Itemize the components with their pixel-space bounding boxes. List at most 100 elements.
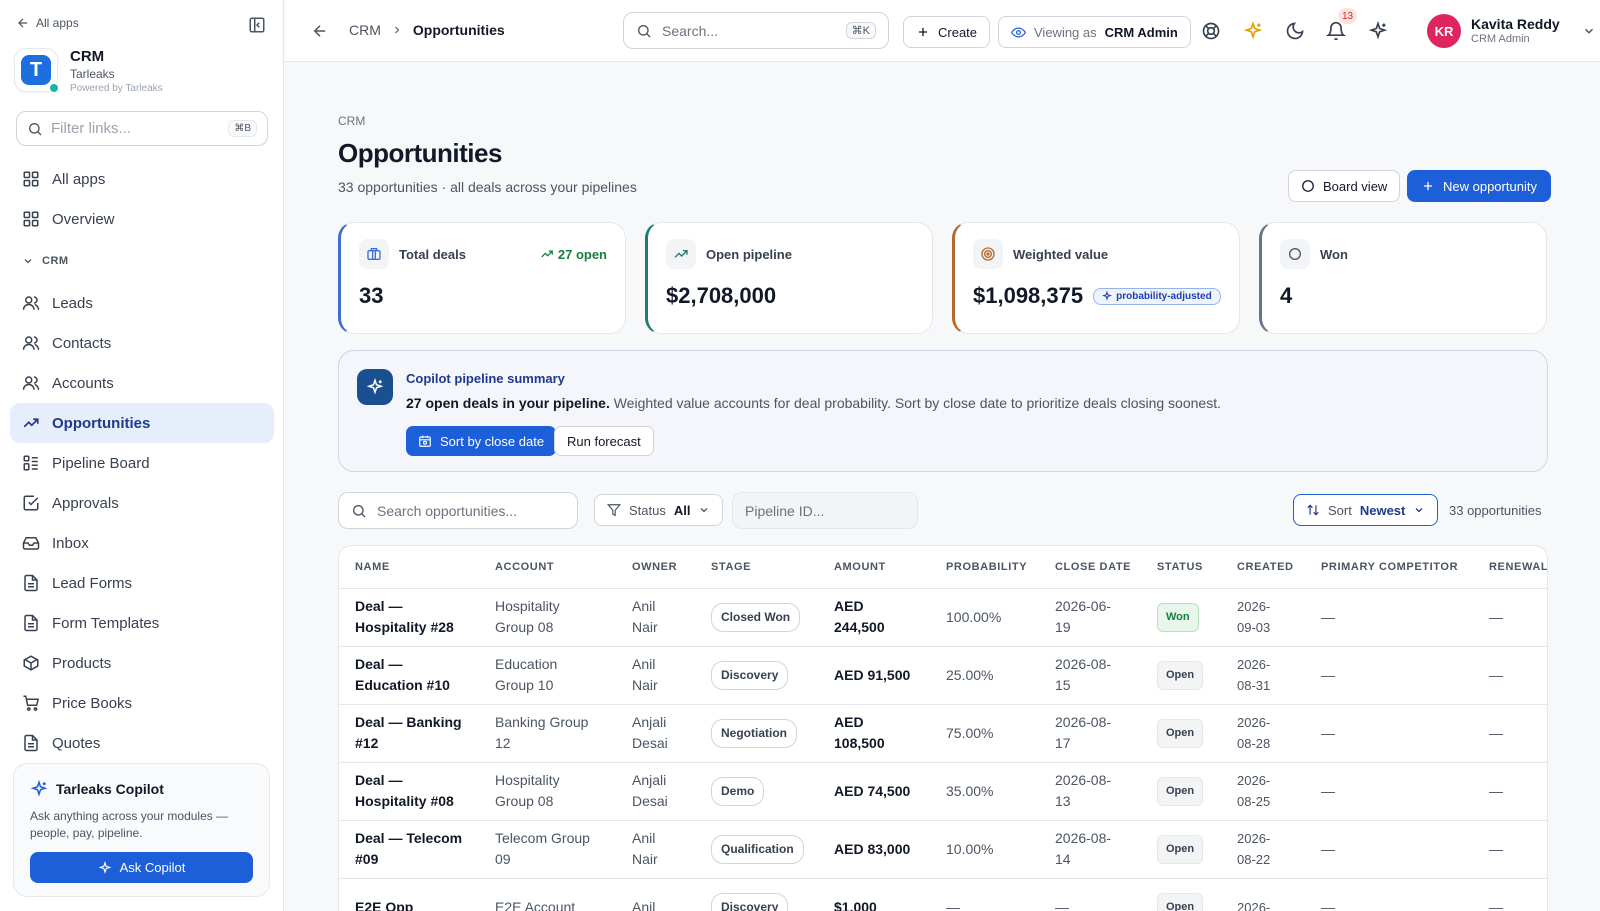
copilot-description: Ask anything across your modules — peopl… xyxy=(30,809,229,840)
user-menu[interactable]: KR Kavita Reddy CRM Admin xyxy=(1427,14,1596,48)
pipeline-id-input[interactable]: Pipeline ID... xyxy=(732,492,918,529)
kpi-value: $2,708,000 xyxy=(666,283,777,308)
cell-name[interactable]: Deal — Telecom #09 xyxy=(339,820,479,879)
column-header-amount[interactable]: AMOUNT xyxy=(818,546,930,589)
ai-features-button[interactable] xyxy=(1243,21,1263,41)
viewing-as-button[interactable]: Viewing as CRM Admin xyxy=(998,16,1191,48)
kpi-label: Won xyxy=(1320,246,1348,262)
sidebar-item-accounts[interactable]: Accounts xyxy=(10,363,274,403)
ask-copilot-button[interactable]: Ask Copilot xyxy=(30,852,253,883)
sort-value: Newest xyxy=(1359,502,1406,518)
cell-name[interactable]: E2E Opp xyxy=(339,878,479,911)
cell-stage: Negotiation xyxy=(695,704,818,763)
column-header-stage[interactable]: STAGE xyxy=(695,546,818,589)
help-button[interactable] xyxy=(1201,21,1221,41)
grid-icon xyxy=(23,171,39,187)
cell-status: Won xyxy=(1141,588,1221,647)
table-row[interactable]: Deal — Telecom #09 Telecom Group 09 Anil… xyxy=(339,820,1547,879)
file-icon xyxy=(24,574,38,592)
cell-renewal: — xyxy=(1473,704,1547,763)
board-view-button[interactable]: Board view xyxy=(1288,170,1401,202)
back-button[interactable] xyxy=(311,22,329,40)
table-row[interactable]: Deal — Education #10 Education Group 10 … xyxy=(339,646,1547,705)
sidebar-item-form-templates[interactable]: Form Templates xyxy=(10,603,274,643)
new-opportunity-button[interactable]: New opportunity xyxy=(1407,170,1551,202)
sidebar-item-overview[interactable]: Overview xyxy=(10,199,274,239)
cell-name[interactable]: Deal — Banking #12 xyxy=(339,704,479,763)
sidebar-section-crm[interactable]: CRM xyxy=(10,239,274,283)
filter-placeholder: Filter links... xyxy=(51,120,132,137)
sidebar-item-label: Inbox xyxy=(52,534,89,552)
calendar-clock-icon xyxy=(419,435,431,447)
table-row[interactable]: Deal — Hospitality #28 Hospitality Group… xyxy=(339,588,1547,647)
status-badge: Won xyxy=(1157,602,1199,632)
cell-name[interactable]: Deal — Education #10 xyxy=(339,646,479,705)
summary-text: Weighted value accounts for deal probabi… xyxy=(609,395,1221,411)
notifications-button[interactable] xyxy=(1326,21,1346,41)
page-title: Opportunities xyxy=(338,138,502,168)
sort-by-close-date-button[interactable]: Sort by close date xyxy=(406,426,557,456)
panel-left-icon xyxy=(249,17,265,33)
sort-select[interactable]: Sort Newest xyxy=(1293,494,1439,526)
sidebar-collapse-button[interactable] xyxy=(248,16,266,34)
sidebar-item-inbox[interactable]: Inbox xyxy=(10,523,274,563)
theme-toggle-button[interactable] xyxy=(1285,21,1305,41)
breadcrumb-root[interactable]: CRM xyxy=(349,22,381,38)
global-search-input[interactable]: Search... ⌘K xyxy=(623,12,889,49)
sidebar-item-products[interactable]: Products xyxy=(10,643,274,683)
sidebar-item-lead-forms[interactable]: Lead Forms xyxy=(10,563,274,603)
create-button[interactable]: Create xyxy=(903,16,991,48)
table-row[interactable]: Deal — Banking #12 Banking Group 12 Anja… xyxy=(339,704,1547,763)
cell-probability: 25.00% xyxy=(930,646,1039,705)
column-header-created[interactable]: CREATED xyxy=(1221,546,1305,589)
column-header-renewal[interactable]: RENEWAL xyxy=(1473,546,1547,589)
search-opportunities-input[interactable]: Search opportunities... xyxy=(338,492,578,529)
run-forecast-label: Run forecast xyxy=(567,433,641,449)
cell-status: Open xyxy=(1141,646,1221,705)
column-header-status[interactable]: STATUS xyxy=(1141,546,1221,589)
cell-name[interactable]: Deal — Hospitality #28 xyxy=(339,588,479,647)
column-header-close-date[interactable]: CLOSE DATE xyxy=(1039,546,1141,589)
cell-renewal: — xyxy=(1473,762,1547,821)
column-header-probability[interactable]: PROBABILITY xyxy=(930,546,1039,589)
sidebar-item-pipeline-board[interactable]: Pipeline Board xyxy=(10,443,274,483)
sidebar-item-contacts[interactable]: Contacts xyxy=(10,323,274,363)
sidebar-item-label: Pipeline Board xyxy=(52,454,150,472)
cell-close-date: — xyxy=(1039,878,1141,911)
table-row[interactable]: Deal — Hospitality #08 Hospitality Group… xyxy=(339,762,1547,821)
check-square-icon xyxy=(23,495,39,511)
cell-stage: Discovery xyxy=(695,646,818,705)
sidebar-item-all-apps[interactable]: All apps xyxy=(10,159,274,199)
badge-text: probability-adjusted xyxy=(1116,290,1212,302)
page-breadcrumb: CRM xyxy=(338,114,366,128)
cell-stage: Qualification xyxy=(695,820,818,879)
cell-probability: 10.00% xyxy=(930,820,1039,879)
breadcrumb: CRM Opportunities xyxy=(349,22,505,38)
stage-badge: Demo xyxy=(711,776,765,806)
powered-by: Powered by Tarleaks xyxy=(70,83,163,94)
cell-name[interactable]: Deal — Hospitality #08 xyxy=(339,762,479,821)
search-icon xyxy=(638,24,651,37)
sidebar-item-opportunities[interactable]: Opportunities xyxy=(10,403,274,443)
column-header-owner[interactable]: OWNER xyxy=(616,546,695,589)
back-to-all-apps[interactable]: All apps xyxy=(16,16,79,30)
filter-links-input[interactable]: Filter links... ⌘B xyxy=(16,111,268,146)
status-badge: Open xyxy=(1157,776,1204,806)
copilot-button[interactable] xyxy=(1368,21,1388,41)
trending-up-icon xyxy=(674,250,688,258)
run-forecast-button[interactable]: Run forecast xyxy=(554,426,654,456)
column-header-account[interactable]: ACCOUNT xyxy=(479,546,616,589)
sidebar-item-leads[interactable]: Leads xyxy=(10,283,274,323)
table-row[interactable]: E2E Opp E2E Account Anil Discovery $1,00… xyxy=(339,878,1547,911)
moon-icon xyxy=(1286,22,1304,40)
kpi-weighted-value: Weighted value $1,098,375 probability-ad… xyxy=(952,222,1240,334)
column-header-name[interactable]: NAME xyxy=(339,546,479,589)
copilot-pipeline-summary: Copilot pipeline summary 27 open deals i… xyxy=(338,350,1548,472)
sidebar-item-price-books[interactable]: Price Books xyxy=(10,683,274,723)
cell-renewal: — xyxy=(1473,820,1547,879)
sidebar-item-approvals[interactable]: Approvals xyxy=(10,483,274,523)
back-label: All apps xyxy=(36,16,79,30)
sidebar-item-quotes[interactable]: Quotes xyxy=(10,723,274,763)
status-filter-select[interactable]: Status All xyxy=(594,494,724,526)
column-header-primary-competitor[interactable]: PRIMARY COMPETITOR xyxy=(1305,546,1473,589)
